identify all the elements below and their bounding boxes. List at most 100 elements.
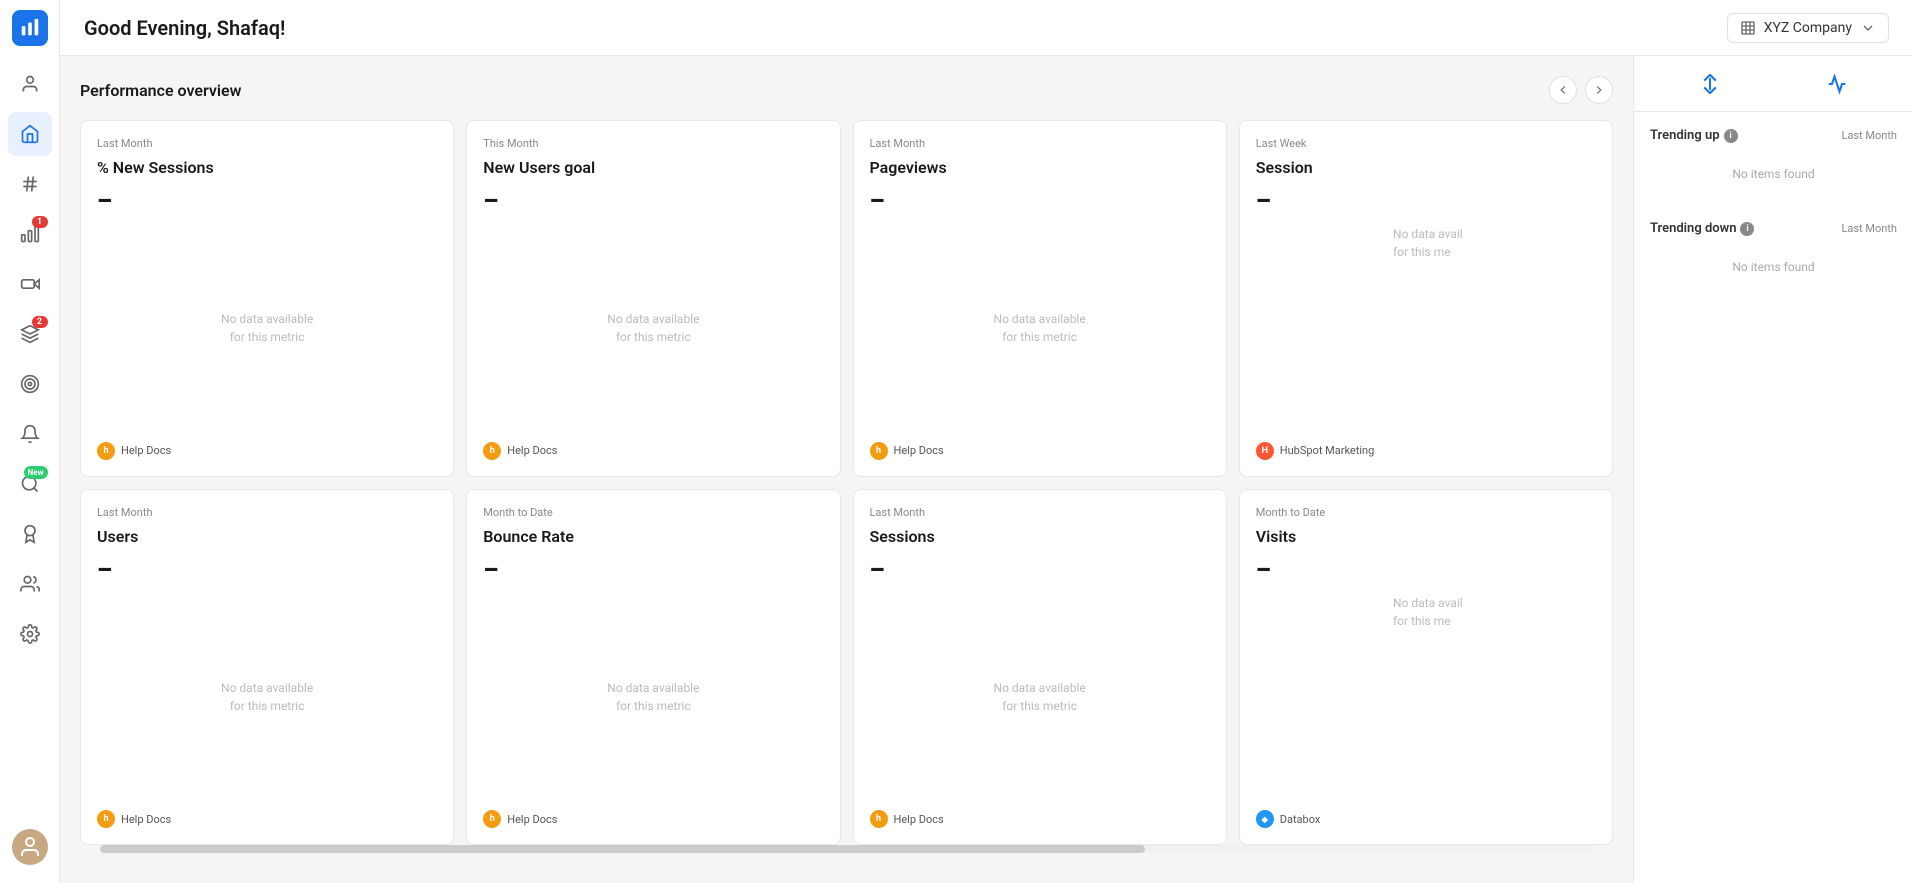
- card-period: Last Month: [97, 137, 437, 150]
- card-no-data: No data availablefor this metric: [97, 225, 437, 432]
- right-panel: Trending up i Last Month No items found …: [1633, 56, 1913, 883]
- trending-down-section: Trending down i Last Month No items foun…: [1650, 221, 1897, 290]
- card-footer: h Help Docs: [483, 800, 823, 828]
- trending-up-title: Trending up i: [1650, 128, 1738, 143]
- section-title: Performance overview: [80, 81, 241, 100]
- sidebar-item-video[interactable]: [8, 262, 52, 306]
- performance-section: Performance overview: [60, 56, 1633, 883]
- trending-up-section: Trending up i Last Month No items found: [1650, 128, 1897, 197]
- card-footer-label: Help Docs: [121, 813, 171, 826]
- trending-up-info-icon[interactable]: i: [1724, 129, 1738, 143]
- sidebar-item-alerts[interactable]: [8, 412, 52, 456]
- helpdocs-icon: h: [483, 442, 501, 460]
- sidebar-item-reports[interactable]: 1: [8, 212, 52, 256]
- helpdocs-icon: h: [483, 810, 501, 828]
- sidebar-item-layers[interactable]: 2: [8, 312, 52, 356]
- card-title: Session: [1256, 158, 1596, 177]
- card-dash: –: [1256, 189, 1596, 213]
- trending-down-title: Trending down i: [1650, 221, 1754, 236]
- sidebar-item-search[interactable]: New: [8, 462, 52, 506]
- horizontal-scrollbar[interactable]: [100, 845, 1593, 853]
- trending-down-header: Trending down i Last Month: [1650, 221, 1897, 236]
- card-no-data: No data availfor this me: [1256, 594, 1596, 801]
- card-dash: –: [97, 558, 437, 582]
- user-avatar[interactable]: [12, 829, 48, 865]
- card-period: Month to Date: [483, 506, 823, 519]
- card-pageviews: Last Month Pageviews – No data available…: [853, 120, 1227, 477]
- card-dash: –: [1256, 558, 1596, 582]
- activity-icon: [1827, 74, 1847, 94]
- sidebar-item-award[interactable]: [8, 512, 52, 556]
- card-footer: h Help Docs: [870, 432, 1210, 460]
- chevron-down-icon: [1860, 20, 1876, 36]
- trending-down-no-items: No items found: [1650, 244, 1897, 290]
- card-title: Pageviews: [870, 158, 1210, 177]
- sidebar-item-numbers[interactable]: [8, 162, 52, 206]
- sort-icon: [1700, 74, 1720, 94]
- right-panel-header: [1634, 56, 1913, 112]
- helpdocs-icon: h: [97, 810, 115, 828]
- card-title: Bounce Rate: [483, 527, 823, 546]
- card-period: Month to Date: [1256, 506, 1596, 519]
- card-new-users-goal: This Month New Users goal – No data avai…: [466, 120, 840, 477]
- card-period: Last Month: [97, 506, 437, 519]
- search-new-badge: New: [24, 466, 48, 479]
- app-logo[interactable]: [12, 10, 48, 46]
- sidebar-item-home[interactable]: [8, 112, 52, 156]
- building-icon: [1740, 20, 1756, 36]
- sidebar-item-team[interactable]: [8, 562, 52, 606]
- greeting-text: Good Evening, Shafaq!: [84, 16, 285, 40]
- trending-up-header: Trending up i Last Month: [1650, 128, 1897, 143]
- card-footer: h Help Docs: [97, 800, 437, 828]
- card-title: Visits: [1256, 527, 1596, 546]
- card-footer: h Help Docs: [483, 432, 823, 460]
- card-footer-label: Help Docs: [894, 444, 944, 457]
- company-name: XYZ Company: [1764, 20, 1852, 36]
- activity-button[interactable]: [1819, 66, 1855, 102]
- top-header: Good Evening, Shafaq! XYZ Company: [60, 0, 1913, 56]
- card-footer-label: HubSpot Marketing: [1280, 444, 1375, 457]
- card-no-data: No data availablefor this metric: [97, 594, 437, 801]
- nav-arrows: [1549, 76, 1613, 104]
- card-period: Last Week: [1256, 137, 1596, 150]
- card-footer-label: Databox: [1280, 813, 1321, 826]
- card-title: Sessions: [870, 527, 1210, 546]
- prev-arrow[interactable]: [1549, 76, 1577, 104]
- dashboard-area: Performance overview: [60, 56, 1913, 883]
- card-title: New Users goal: [483, 158, 823, 177]
- company-selector[interactable]: XYZ Company: [1727, 13, 1889, 43]
- sidebar-item-settings[interactable]: [8, 612, 52, 656]
- card-bounce-rate: Month to Date Bounce Rate – No data avai…: [466, 489, 840, 846]
- databox-icon: ◆: [1256, 810, 1274, 828]
- card-new-sessions: Last Month % New Sessions – No data avai…: [80, 120, 454, 477]
- trending-up-period: Last Month: [1841, 129, 1897, 142]
- main-content: Good Evening, Shafaq! XYZ Company Perfor…: [60, 0, 1913, 883]
- next-arrow[interactable]: [1585, 76, 1613, 104]
- card-dash: –: [97, 189, 437, 213]
- trending-up-no-items: No items found: [1650, 151, 1897, 197]
- card-sessions: Last Month Sessions – No data availablef…: [853, 489, 1227, 846]
- reports-badge: 1: [32, 216, 48, 228]
- card-footer: ◆ Databox: [1256, 800, 1596, 828]
- right-panel-body: Trending up i Last Month No items found …: [1634, 112, 1913, 883]
- card-footer-label: Help Docs: [894, 813, 944, 826]
- card-footer-label: Help Docs: [507, 813, 557, 826]
- card-dash: –: [483, 189, 823, 213]
- card-visits: Month to Date Visits – No data availfor …: [1239, 489, 1613, 846]
- layers-badge: 2: [32, 316, 48, 328]
- helpdocs-icon: h: [870, 810, 888, 828]
- card-no-data: No data availablefor this metric: [870, 225, 1210, 432]
- card-dash: –: [483, 558, 823, 582]
- sidebar: 1 2 New: [0, 0, 60, 883]
- section-header: Performance overview: [80, 76, 1613, 104]
- card-dash: –: [870, 558, 1210, 582]
- sidebar-item-goals[interactable]: [8, 362, 52, 406]
- helpdocs-icon: h: [870, 442, 888, 460]
- cards-grid: Last Month % New Sessions – No data avai…: [80, 120, 1613, 845]
- sidebar-item-profile[interactable]: [8, 62, 52, 106]
- card-no-data: No data availablefor this metric: [483, 225, 823, 432]
- sort-button[interactable]: [1692, 66, 1728, 102]
- trending-down-info-icon[interactable]: i: [1740, 222, 1754, 236]
- card-period: Last Month: [870, 137, 1210, 150]
- card-session: Last Week Session – No data availfor thi…: [1239, 120, 1613, 477]
